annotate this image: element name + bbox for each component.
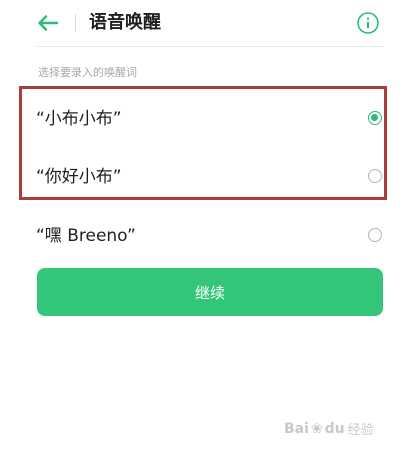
- wake-word-option-xiaobu[interactable]: “小布小布”: [36, 99, 386, 139]
- radio-button-selected[interactable]: [368, 111, 382, 125]
- option-label: “嘿 Breeno”: [36, 226, 136, 246]
- continue-button[interactable]: 继续: [37, 268, 383, 316]
- section-label: 选择要录入的唤醒词: [38, 66, 137, 79]
- watermark-text-a: Bai: [284, 420, 309, 437]
- app-header: 语音唤醒: [0, 0, 405, 46]
- wake-word-option-breeno[interactable]: “嘿 Breeno”: [36, 216, 386, 256]
- back-button[interactable]: [34, 10, 62, 36]
- header-separator: [36, 46, 384, 47]
- option-label: “你好小布”: [36, 167, 122, 187]
- info-icon: [357, 12, 379, 34]
- watermark-text-c: 经验: [347, 423, 374, 438]
- page-title: 语音唤醒: [89, 12, 161, 33]
- radio-button[interactable]: [368, 228, 382, 242]
- paw-icon: ❀: [310, 420, 323, 437]
- header-divider: [75, 14, 76, 32]
- info-button[interactable]: [356, 11, 380, 35]
- option-label: “小布小布”: [36, 109, 122, 129]
- watermark: Bai ❀ du 经验: [284, 419, 374, 439]
- arrow-left-icon: [38, 15, 59, 31]
- radio-button[interactable]: [368, 169, 382, 183]
- watermark-text-b: du: [324, 420, 345, 437]
- wake-word-option-nihao[interactable]: “你好小布”: [36, 157, 386, 197]
